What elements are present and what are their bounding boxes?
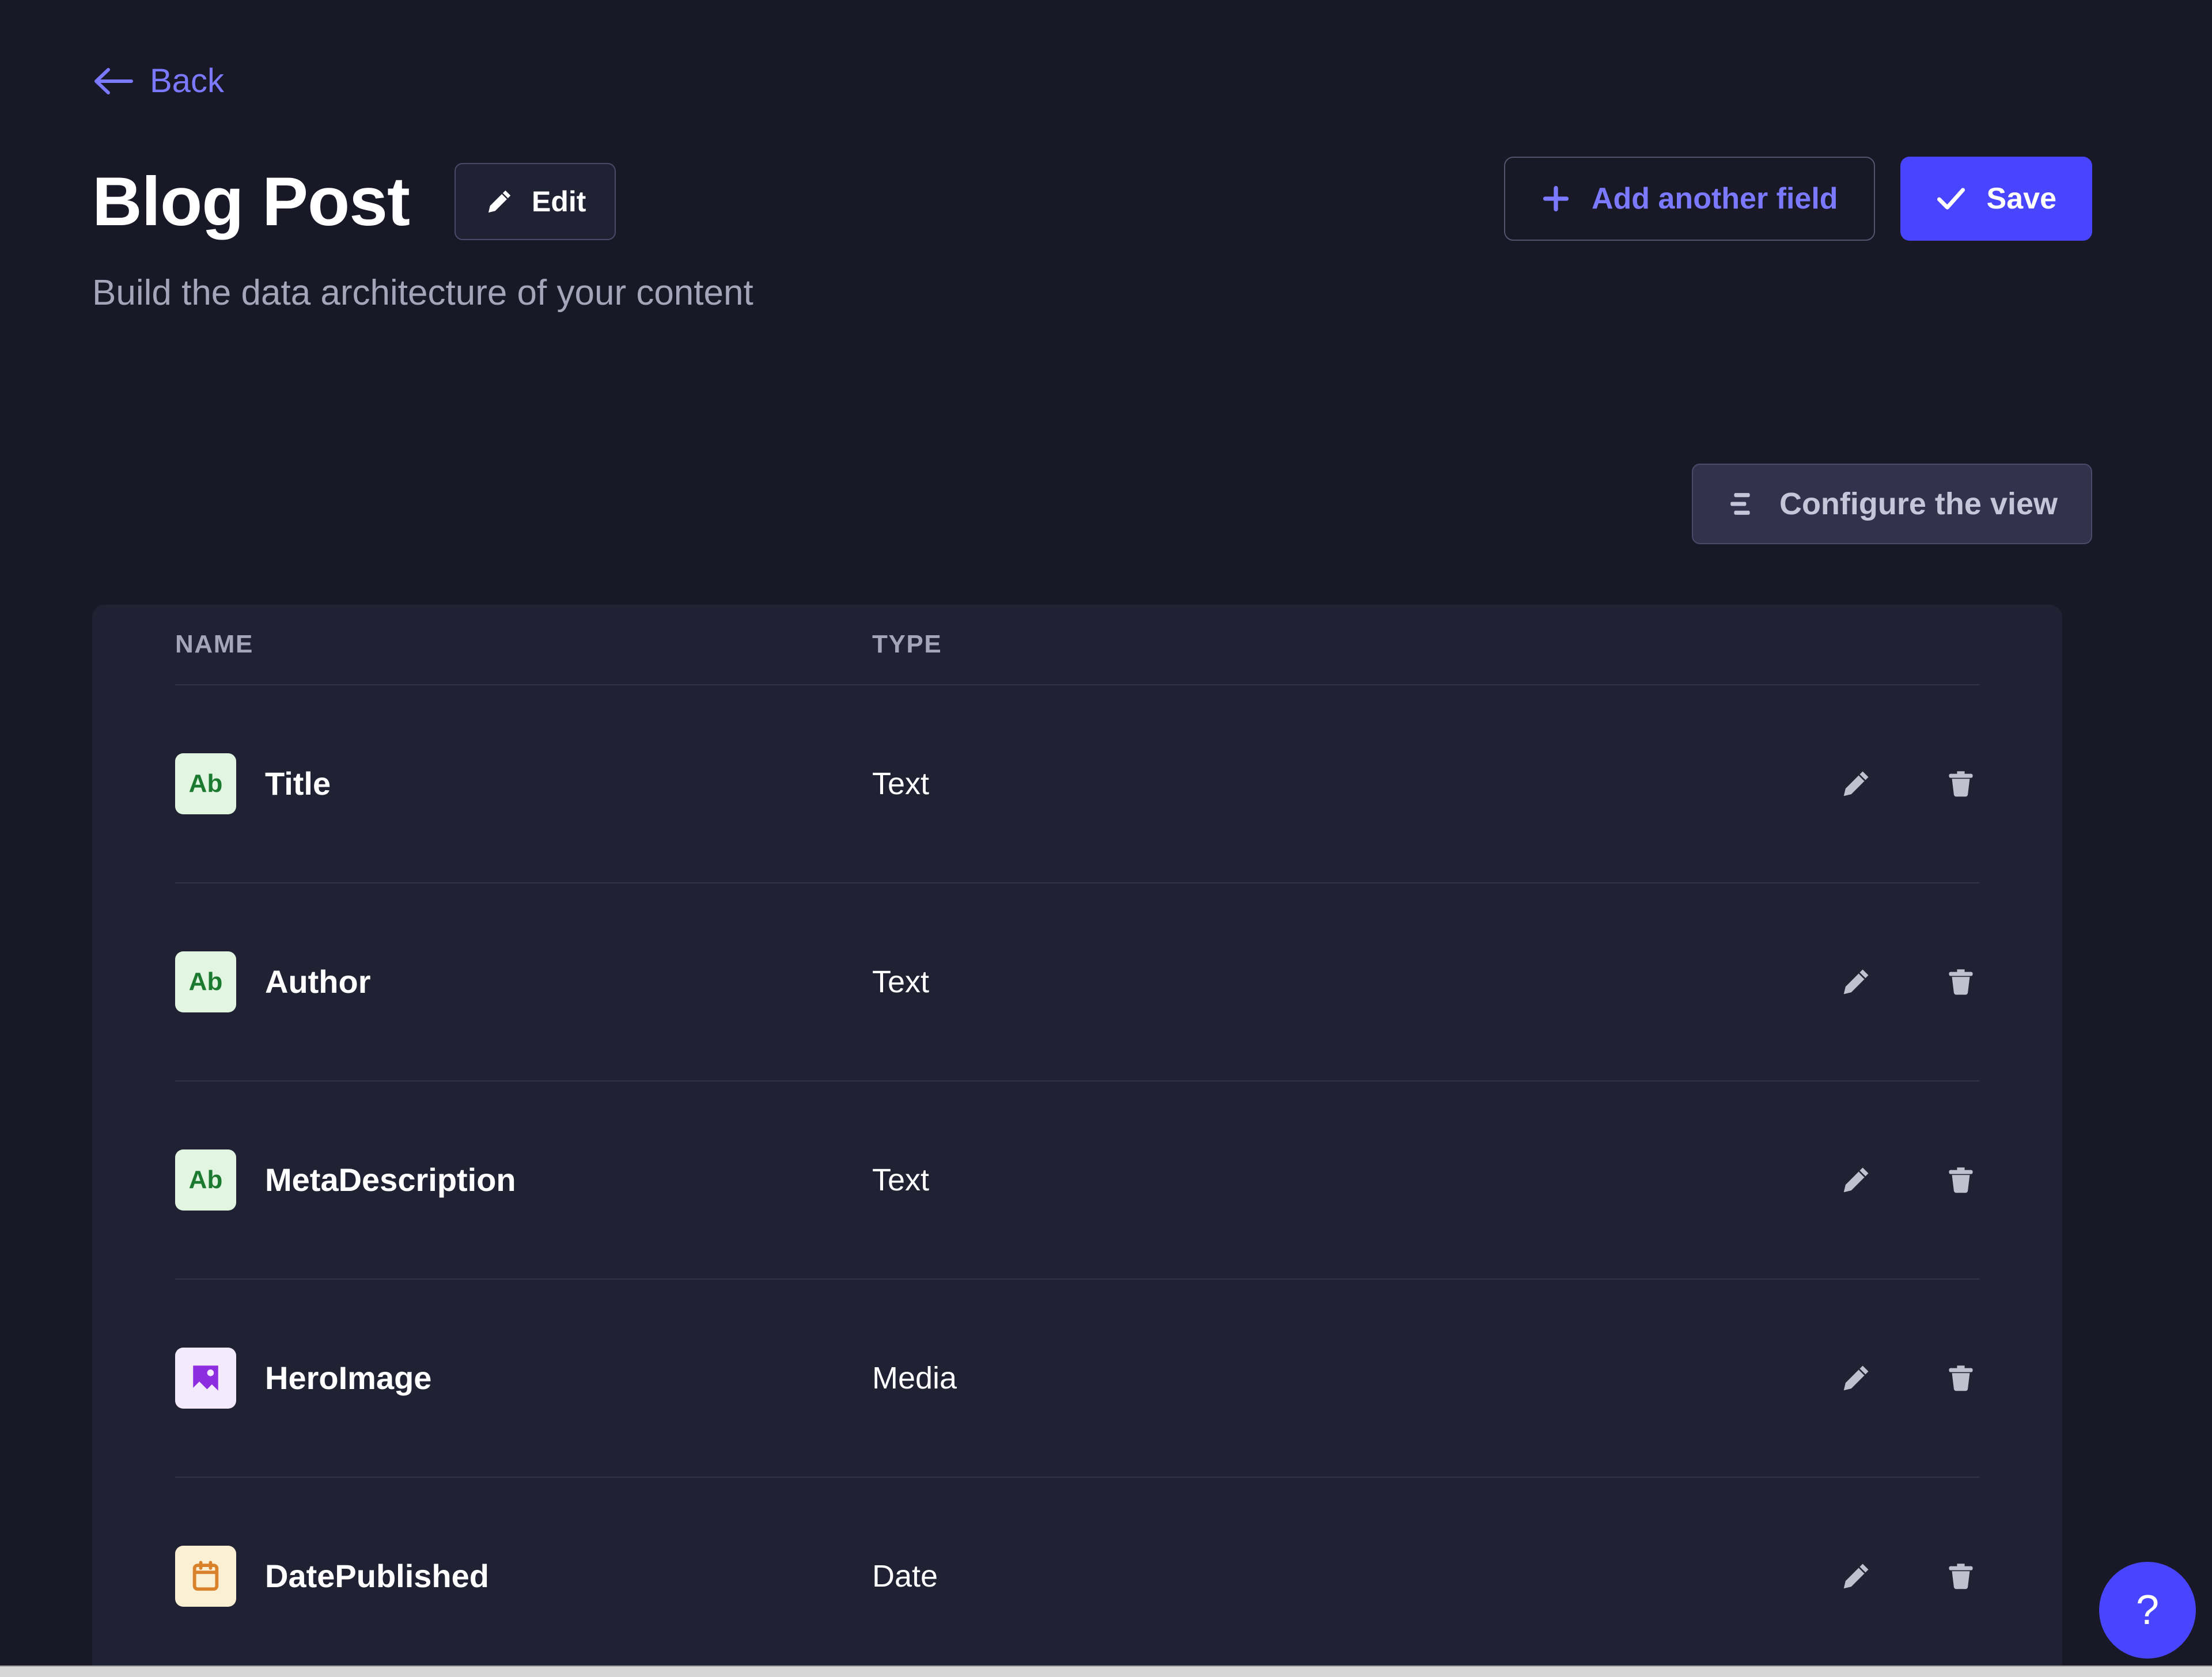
text-badge-icon: Ab bbox=[175, 951, 236, 1012]
delete-row-icon[interactable] bbox=[1942, 963, 1979, 1000]
delete-row-icon[interactable] bbox=[1942, 1558, 1979, 1595]
cell-type: Media bbox=[872, 1361, 957, 1395]
help-button[interactable]: ? bbox=[2099, 1562, 2196, 1659]
delete-row-icon[interactable] bbox=[1942, 1360, 1979, 1397]
cell-actions bbox=[1771, 1360, 2062, 1397]
save-button[interactable]: Save bbox=[1900, 157, 2092, 241]
app-root: Back Blog Post Edit Build the data archi… bbox=[0, 0, 2212, 1677]
cell-name: Ab MetaDescription bbox=[175, 1149, 872, 1211]
field-name: MetaDescription bbox=[265, 1162, 516, 1198]
cell-name: DatePublished bbox=[175, 1546, 872, 1607]
delete-row-icon[interactable] bbox=[1942, 765, 1979, 802]
table-body: Ab Title Text Ab Author Text Ab MetaDescription… bbox=[92, 684, 2062, 1675]
table-row[interactable]: Ab Title Text bbox=[92, 685, 2062, 882]
edit-row-icon[interactable] bbox=[1838, 1162, 1874, 1198]
add-another-field-button[interactable]: Add another field bbox=[1503, 157, 1875, 241]
edit-button-label: Edit bbox=[531, 185, 586, 218]
column-header-type: TYPE bbox=[872, 630, 942, 658]
media-badge-icon bbox=[175, 1348, 236, 1409]
table-row[interactable]: HeroImage Media bbox=[92, 1280, 2062, 1477]
horizontal-scrollbar[interactable] bbox=[0, 1665, 2212, 1677]
cell-type: Text bbox=[872, 965, 930, 999]
field-name: Title bbox=[265, 765, 331, 802]
title-row: Blog Post Edit bbox=[92, 147, 616, 256]
field-name: Author bbox=[265, 963, 371, 1000]
edit-row-icon[interactable] bbox=[1838, 765, 1874, 802]
back-label: Back bbox=[150, 62, 224, 100]
badge-label: Ab bbox=[188, 1166, 223, 1194]
cell-type: Text bbox=[872, 767, 930, 801]
add-field-label: Add another field bbox=[1591, 182, 1838, 215]
save-button-label: Save bbox=[1986, 182, 2056, 215]
cell-name: HeroImage bbox=[175, 1348, 872, 1409]
fields-table-card: NAME TYPE Ab Title Text Ab Author Text Ab MetaD… bbox=[92, 605, 2062, 1677]
cell-actions bbox=[1771, 765, 2062, 802]
configure-label: Configure the view bbox=[1779, 487, 2058, 521]
header-actions: Add another field Save bbox=[1503, 157, 2092, 241]
question-mark-icon: ? bbox=[2135, 1587, 2160, 1633]
fields-table: NAME TYPE Ab Title Text Ab Author Text Ab MetaD… bbox=[92, 605, 2062, 1675]
cell-actions bbox=[1771, 1558, 2062, 1595]
edit-row-icon[interactable] bbox=[1838, 1360, 1874, 1397]
text-badge-icon: Ab bbox=[175, 1149, 236, 1211]
text-badge-icon: Ab bbox=[175, 753, 236, 814]
table-row[interactable]: Ab MetaDescription Text bbox=[92, 1082, 2062, 1278]
check-icon bbox=[1937, 188, 1965, 210]
arrow-left-icon bbox=[94, 68, 133, 94]
configure-the-view-button[interactable]: Configure the view bbox=[1691, 464, 2092, 544]
cell-type: Date bbox=[872, 1559, 938, 1593]
badge-label: Ab bbox=[188, 769, 223, 798]
edit-content-type-button[interactable]: Edit bbox=[454, 163, 616, 240]
badge-label: Ab bbox=[188, 967, 223, 996]
pencil-icon bbox=[488, 190, 511, 213]
delete-row-icon[interactable] bbox=[1942, 1162, 1979, 1198]
edit-row-icon[interactable] bbox=[1838, 963, 1874, 1000]
field-name: HeroImage bbox=[265, 1360, 432, 1396]
plus-icon bbox=[1543, 185, 1569, 212]
cell-type: Text bbox=[872, 1163, 930, 1197]
page-title: Blog Post bbox=[92, 163, 410, 240]
column-header-name: NAME bbox=[175, 630, 253, 658]
edit-row-icon[interactable] bbox=[1838, 1558, 1874, 1595]
table-row[interactable]: DatePublished Date bbox=[92, 1478, 2062, 1675]
table-header-row: NAME TYPE bbox=[92, 605, 2062, 684]
table-row[interactable]: Ab Author Text bbox=[92, 883, 2062, 1080]
cell-actions bbox=[1771, 963, 2062, 1000]
settings-lines-icon bbox=[1730, 493, 1750, 515]
cell-name: Ab Title bbox=[175, 753, 872, 814]
field-name: DatePublished bbox=[265, 1558, 489, 1594]
date-badge-icon bbox=[175, 1546, 236, 1607]
back-link[interactable]: Back bbox=[92, 64, 224, 98]
cell-name: Ab Author bbox=[175, 951, 872, 1012]
page-subtitle: Build the data architecture of your cont… bbox=[92, 273, 753, 313]
cell-actions bbox=[1771, 1162, 2062, 1198]
